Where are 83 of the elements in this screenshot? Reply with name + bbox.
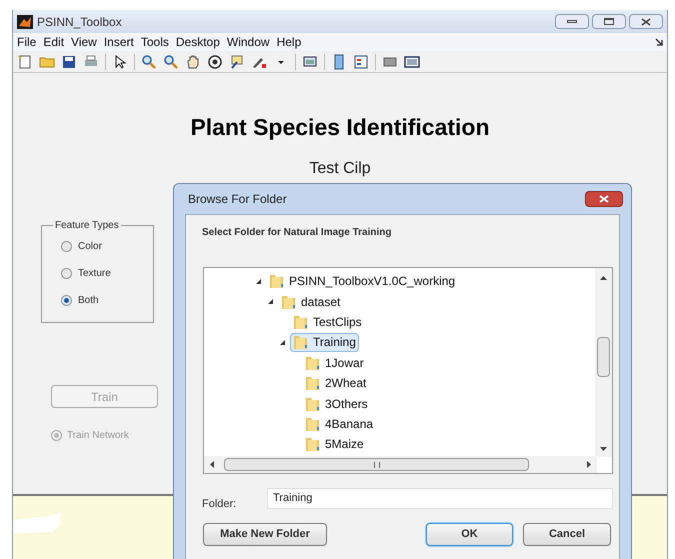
down-arrow-icon[interactable] <box>600 447 607 451</box>
dialog-title: Browse For Folder <box>188 191 287 208</box>
close-button[interactable] <box>629 14 663 29</box>
folder-icon <box>281 294 297 310</box>
radio-button[interactable] <box>61 268 72 279</box>
folder-label: Folder: <box>202 497 236 512</box>
radio-label: Both <box>78 294 99 308</box>
folder-icon <box>269 273 285 290</box>
tree-item[interactable]: 1Jowar <box>302 353 367 372</box>
dialog-button[interactable]: Cancel <box>523 523 611 546</box>
left-arrow-icon[interactable] <box>210 461 214 468</box>
radio-button[interactable] <box>61 241 72 252</box>
tree-item[interactable]: 2Wheat <box>302 374 370 393</box>
tree-item[interactable]: TestClips <box>290 312 365 332</box>
scroll-thumb[interactable] <box>597 337 610 377</box>
scroll-thumb[interactable] <box>224 458 529 471</box>
dialog-button[interactable]: Make New Folder <box>203 523 327 546</box>
tree-item[interactable]: PSINN_ToolboxV1.0C_working <box>266 272 458 291</box>
folder-label: 2Wheat <box>325 375 366 392</box>
new-file-icon[interactable] <box>17 54 33 70</box>
folder-label: TestClips <box>313 314 362 331</box>
vertical-scrollbar[interactable] <box>595 268 612 457</box>
legend-icon[interactable] <box>353 54 369 70</box>
tree-item[interactable]: 4Banana <box>302 414 376 434</box>
show-tools-icon[interactable] <box>404 54 420 70</box>
menu-item[interactable]: Window <box>226 33 270 51</box>
folder-tree[interactable]: PSINN_ToolboxV1.0C_working dataset TestClips Training 1Jowar 2Wheat 3Others 4Banana 5Maize <box>203 267 613 474</box>
data-cursor-icon[interactable] <box>229 54 245 70</box>
folder-label: dataset <box>301 294 340 311</box>
radio-label: Texture <box>78 267 111 281</box>
folder-icon <box>305 396 321 412</box>
folder-icon <box>293 314 309 330</box>
menu-item[interactable]: Insert <box>104 33 134 51</box>
close-icon <box>599 195 609 203</box>
right-arrow-icon[interactable] <box>587 461 591 468</box>
folder-label: 3Others <box>325 396 368 413</box>
expand-arrow-icon[interactable] <box>268 299 273 304</box>
dialog-button[interactable]: OK <box>426 523 513 546</box>
zoom-out-icon[interactable] <box>163 54 179 70</box>
close-icon <box>641 18 651 26</box>
maximize-button[interactable] <box>592 14 626 29</box>
tree-item[interactable]: 5Maize <box>302 434 367 454</box>
folder-label: 1Jowar <box>325 354 364 372</box>
tree-item[interactable]: 3Others <box>302 394 371 414</box>
radio-label: Train Network <box>67 429 129 443</box>
menu-item[interactable]: File <box>17 33 36 51</box>
folder-icon <box>305 375 321 392</box>
folder-label: PSINN_ToolboxV1.0C_working <box>289 273 456 290</box>
menu-item[interactable]: Desktop <box>176 33 220 51</box>
folder-icon <box>305 416 321 432</box>
window-title: PSINN_Toolbox <box>37 14 122 30</box>
close-button[interactable] <box>585 191 623 207</box>
minimize-button[interactable] <box>555 14 589 29</box>
zoom-in-icon[interactable] <box>141 54 157 70</box>
instruction-text: Select Folder for Natural Image Training <box>202 226 392 240</box>
heading: Plant Species Identification <box>189 113 491 142</box>
app-icon <box>17 14 33 28</box>
tree-item[interactable]: Training <box>290 332 359 352</box>
panel-title: Feature Types <box>53 218 121 233</box>
rotate-icon[interactable] <box>207 54 223 70</box>
folder-label: Training <box>313 334 356 352</box>
menu-item[interactable]: Edit <box>43 33 64 51</box>
expand-arrow-icon[interactable] <box>280 340 285 345</box>
menu-item[interactable]: Tools <box>140 33 169 51</box>
hand-icon[interactable] <box>185 54 201 70</box>
save-icon[interactable] <box>61 54 77 70</box>
horizontal-scrollbar[interactable] <box>204 456 597 473</box>
folder-label: 5Maize <box>325 436 364 454</box>
dock-arrow-icon[interactable] <box>655 38 663 46</box>
folder-icon <box>305 436 321 452</box>
expand-arrow-icon[interactable] <box>256 278 261 284</box>
radio-button[interactable] <box>61 295 72 306</box>
menu-item[interactable]: View <box>71 33 97 51</box>
folder-label: 4Banana <box>325 416 374 433</box>
up-arrow-icon[interactable] <box>600 276 607 280</box>
radio-label: Color <box>78 240 102 254</box>
tree-item[interactable]: dataset <box>278 292 344 312</box>
subtitle: Test Cilp <box>308 159 372 179</box>
folder-icon <box>305 354 321 371</box>
folder-icon <box>293 334 309 350</box>
folder-input-field[interactable]: Training <box>267 488 613 509</box>
menu-item[interactable]: Help <box>276 33 302 51</box>
linked-figures-icon[interactable] <box>302 54 318 70</box>
